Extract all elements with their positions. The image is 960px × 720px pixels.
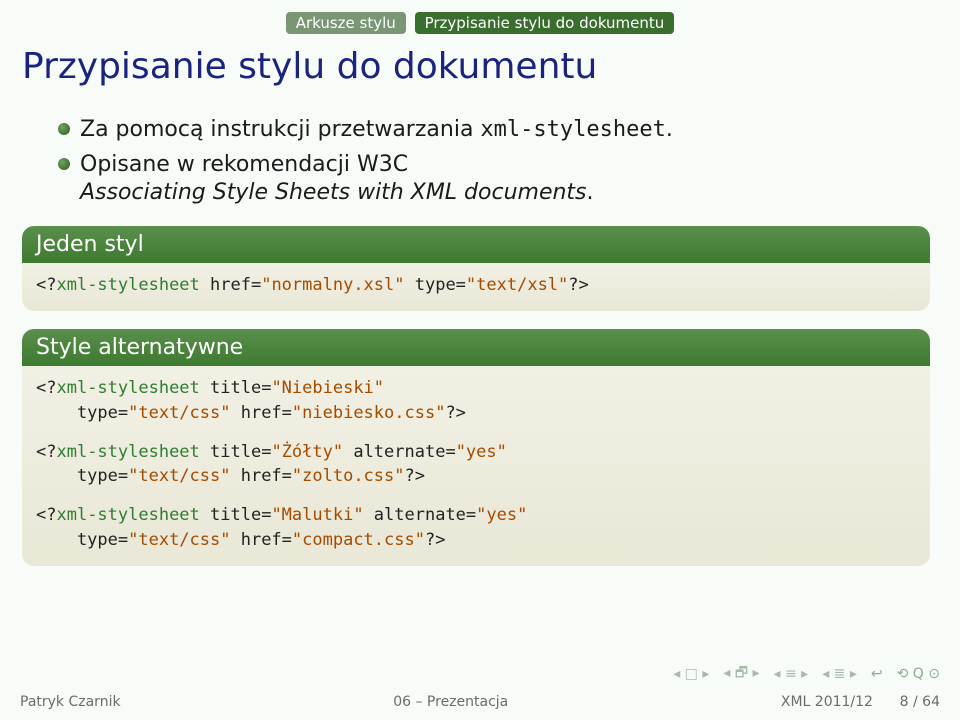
nav-back[interactable]: ↩ [871,666,883,682]
code: href= [230,403,291,423]
bullet-icon [58,158,70,170]
code: ?> [445,403,465,423]
nav-prev-section[interactable]: ◂ ≡ ▸ [774,666,809,682]
code: type= [36,403,128,423]
bullet-text: Opisane w rekomendacji W3C Associating S… [80,151,594,208]
code: <? [36,442,56,462]
code-string: "niebiesko.css" [292,403,446,423]
bullet-text: Za pomocą instrukcji przetwarzania xml-s… [80,116,673,145]
code-string: "text/xsl" [466,275,568,295]
code: type= [36,466,128,486]
code-line: <?xml-stylesheet title="Niebieski" [36,376,916,401]
slide-content: Za pomocą instrukcji przetwarzania xml-s… [58,116,930,566]
text: Opisane w rekomendacji W3C [80,152,408,177]
code-string: "Niebieski" [271,378,384,398]
code: type= [36,530,128,550]
code: alternate= [343,442,456,462]
code: <? [36,275,56,295]
breadcrumb-subsection[interactable]: Przypisanie stylu do dokumentu [415,12,675,34]
code-box-alt-styles: Style alternatywne <?xml-stylesheet titl… [22,329,930,566]
text: . [587,180,594,205]
text: . [666,117,673,142]
nav-zoom[interactable]: ⟲ Q ⊙ [897,666,940,682]
code: href= [230,530,291,550]
nav-controls: ◂ □ ▸ ◂ 🗗 ▸ ◂ ≡ ▸ ◂ ≣ ▸ ↩ ⟲ Q ⊙ [673,662,940,686]
code-keyword: xml-stylesheet [56,505,210,525]
footer: Patryk Czarnik 06 – Prezentacja XML 2011… [0,694,960,710]
text: Za pomocą instrukcji przetwarzania [80,117,480,142]
code-string: "text/css" [128,466,230,486]
code-line: type="text/css" href="niebiesko.css"?> [36,401,916,426]
box-header: Style alternatywne [22,329,930,366]
footer-author: Patryk Czarnik [20,694,121,710]
code: type= [405,275,466,295]
code-line: <?xml-stylesheet title="Żółty" alternate… [36,440,916,465]
code-keyword: xml-stylesheet [56,275,199,295]
code-inline: xml-stylesheet [480,117,665,142]
code-string: "text/css" [128,403,230,423]
bullet-icon [58,123,70,135]
footer-title: 06 – Prezentacja [393,694,508,710]
code-string: "normalny.xsl" [261,275,404,295]
footer-page: XML 2011/12 8 / 64 [781,694,940,710]
code: <? [36,378,56,398]
nav-prev-slide[interactable]: ◂ □ ▸ [673,666,709,682]
bullet-item: Opisane w rekomendacji W3C Associating S… [58,151,930,208]
box-body: <?xml-stylesheet title="Niebieski" type=… [22,366,930,566]
code: ?> [405,466,425,486]
nav-search[interactable]: ◂ ≣ ▸ [822,666,857,682]
page-title: Przypisanie stylu do dokumentu [22,46,597,87]
code: title= [200,378,272,398]
code-string: "yes" [476,505,527,525]
code-box-single-style: Jeden styl <?xml-stylesheet href="normal… [22,226,930,312]
code: alternate= [364,505,477,525]
breadcrumb: Arkusze stylu Przypisanie stylu do dokum… [0,12,960,34]
code: href= [200,275,261,295]
box-header: Jeden styl [22,226,930,263]
code: ?> [425,530,445,550]
box-body: <?xml-stylesheet href="normalny.xsl" typ… [22,263,930,312]
code-line: <?xml-stylesheet title="Malutki" alterna… [36,503,916,528]
bullet-item: Za pomocą instrukcji przetwarzania xml-s… [58,116,930,145]
nav-prev-frame[interactable]: ◂ 🗗 ▸ [723,662,759,686]
code-string: "compact.css" [292,530,425,550]
text-emphasis: Associating Style Sheets with XML docume… [80,180,587,205]
code-keyword: xml-stylesheet [56,442,210,462]
code-string: "yes" [456,442,507,462]
code: href= [230,466,291,486]
breadcrumb-section[interactable]: Arkusze stylu [286,12,406,34]
code-string: "Żółty" [271,442,343,462]
code-line: type="text/css" href="zolto.css"?> [36,464,916,489]
code-keyword: xml-stylesheet [56,378,199,398]
spacer [36,489,916,503]
code-string: "Malutki" [271,505,363,525]
code-string: "zolto.css" [292,466,405,486]
code: title= [210,442,271,462]
code: <? [36,505,56,525]
spacer [36,426,916,440]
code: ?> [568,275,588,295]
code: title= [210,505,271,525]
code-line: type="text/css" href="compact.css"?> [36,528,916,553]
code-string: "text/css" [128,530,230,550]
